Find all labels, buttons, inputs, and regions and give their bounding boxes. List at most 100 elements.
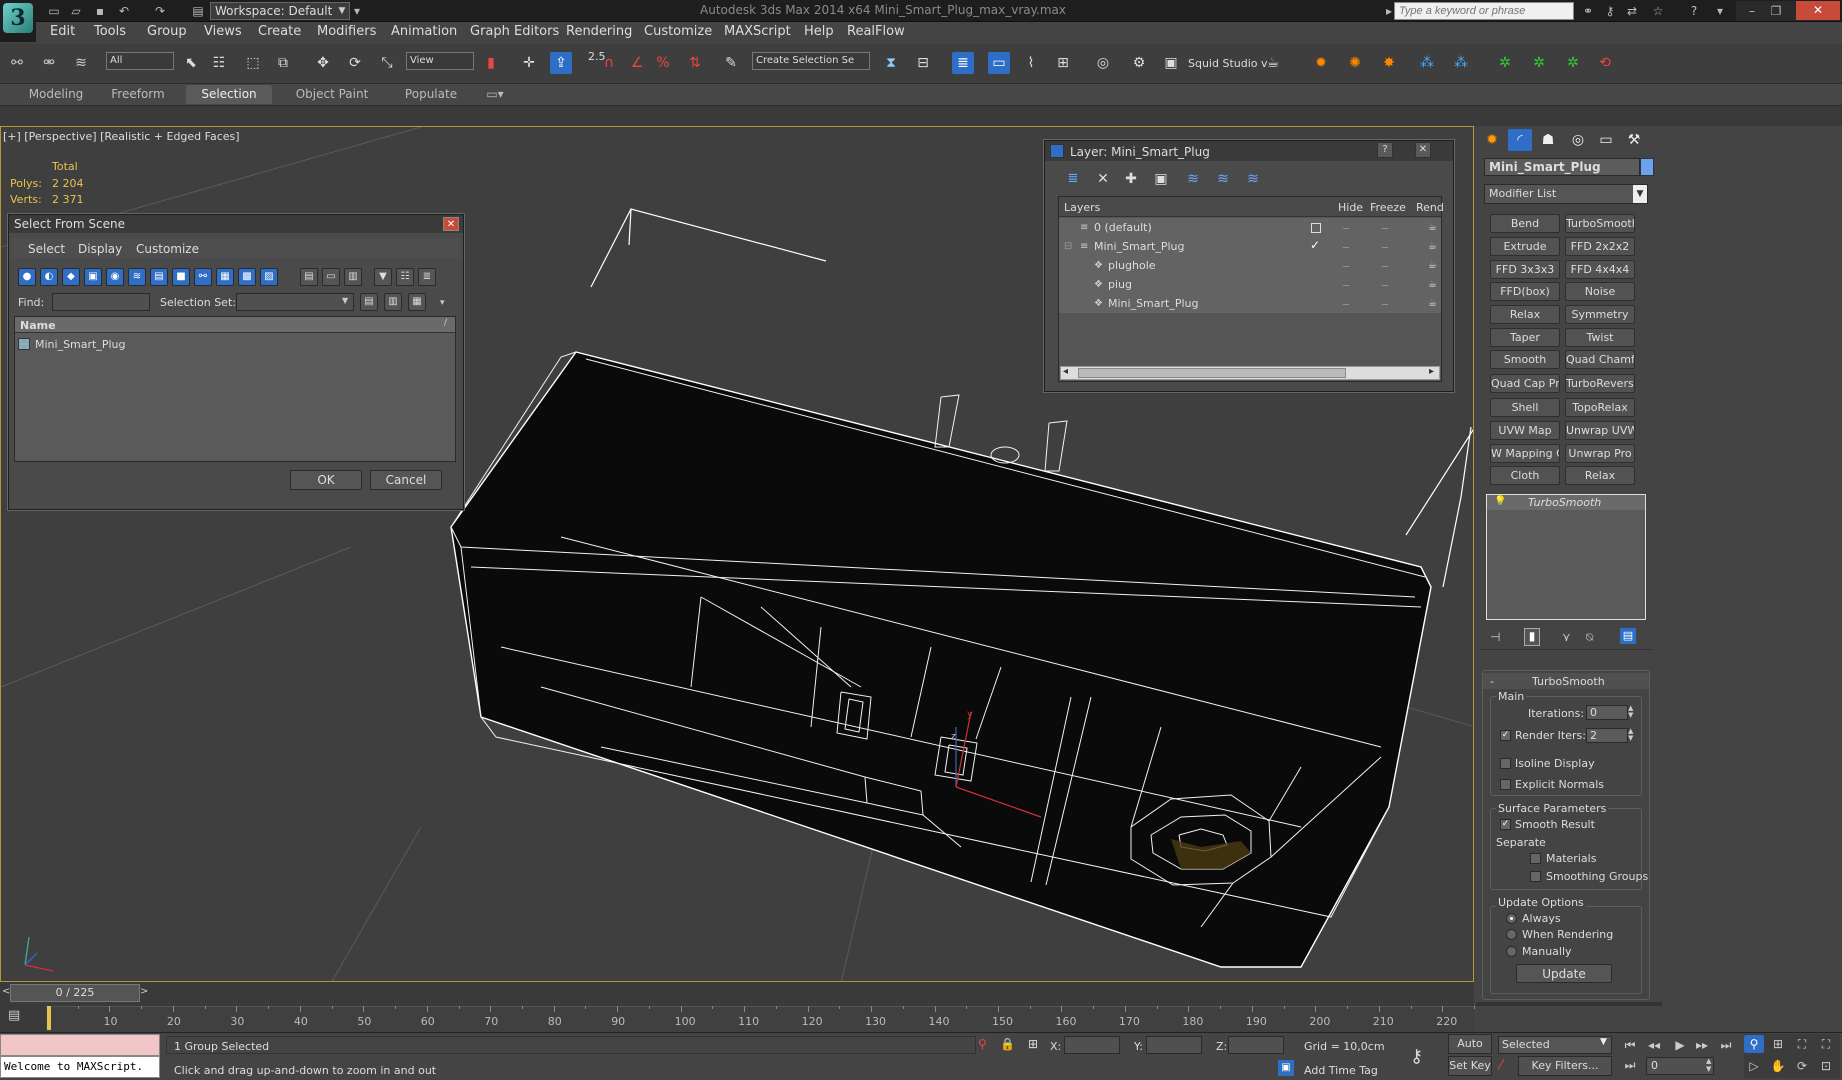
modifier-bend-button[interactable]: Bend [1490,214,1560,233]
modifier-turboreverse-button[interactable]: TurboReverse [1565,374,1635,393]
isoline-checkbox[interactable] [1500,758,1511,769]
pan-view-icon[interactable]: ✋ [1768,1057,1788,1075]
maximize-viewport-icon[interactable]: ⊡ [1816,1057,1836,1075]
column-freeze[interactable]: Freeze [1370,201,1406,214]
set-select-icon[interactable]: ▦ [408,293,426,311]
chevron-down-icon[interactable]: ▼ [336,2,348,20]
arrow-right-icon[interactable]: > [140,986,148,997]
spinner-snap-icon[interactable]: ⇅ [684,52,706,74]
set-add-icon[interactable]: ▤ [360,293,378,311]
realflow-particles-icon[interactable]: ⁂ [1416,52,1438,74]
y-coordinate-field[interactable] [1146,1036,1202,1054]
modifier-smooth-button[interactable]: Smooth [1490,350,1560,369]
maxscript-output[interactable]: Welcome to MAXScript. [0,1056,160,1078]
current-frame-field[interactable]: 0 [1646,1057,1714,1075]
new-file-icon[interactable]: ▭ [46,3,62,19]
stack-item[interactable]: TurboSmooth [1528,496,1601,509]
help-icon[interactable]: ? [1377,142,1393,158]
update-button[interactable]: Update [1516,964,1612,983]
render-teapot-icon[interactable]: ☕ [1428,279,1437,290]
column-layers[interactable]: Layers [1064,201,1100,214]
tab-freeform[interactable]: Freeform [100,85,176,104]
current-layer-checkbox[interactable] [1311,223,1321,233]
zoom-all-icon[interactable]: ⊞ [1768,1035,1788,1053]
chevron-down-icon[interactable]: ▾ [352,3,362,19]
render-teapot-icon[interactable]: ☕ [1428,241,1437,252]
maxscript-listener[interactable] [0,1034,160,1056]
tab-object-paint[interactable]: Object Paint [284,85,380,104]
configure-sets-icon[interactable]: ▤ [1620,628,1636,644]
smoothing-groups-checkbox[interactable] [1530,871,1541,882]
spinner-arrows-icon[interactable]: ▲ ▼ [1628,705,1633,719]
collapse-icon[interactable]: - [1490,675,1494,688]
select-object-icon[interactable]: ⬉ [180,52,202,74]
render-teapot-icon[interactable]: ☕ [1428,222,1437,233]
redo-icon[interactable]: ↷ [152,3,168,19]
make-unique-icon[interactable]: ⋎ [1562,630,1571,644]
spinner-arrows-icon[interactable]: ▲ ▼ [1706,1057,1711,1073]
realflow-daemon-icon[interactable]: ✺ [1344,52,1366,74]
key-icon[interactable]: ⚷ [1602,3,1618,19]
layer-explorer-icon[interactable]: ≣ [952,52,974,74]
zoom-extents-all-icon[interactable]: ⛶ [1816,1035,1836,1053]
orbit-icon[interactable]: ⟳ [1792,1057,1812,1075]
create-tab-icon[interactable]: ✹ [1480,129,1504,151]
modifier-cloth-button[interactable]: Cloth [1490,466,1560,485]
time-tag-icon[interactable]: ▣ [1278,1060,1294,1076]
menu-maxscript[interactable]: MAXScript [724,24,791,39]
display-bones-icon[interactable]: ⚯ [194,268,212,286]
modifier-ffd4-button[interactable]: FFD 4x4x4 [1565,260,1635,279]
next-frame-icon[interactable]: ▸▸ [1692,1036,1712,1054]
squid-studio-label[interactable]: Squid Studio v [1188,57,1268,70]
column-name[interactable]: Name [20,319,56,332]
search-input[interactable] [1394,2,1574,20]
modifier-extrude-button[interactable]: Extrude [1490,237,1560,256]
named-selection-dropdown[interactable]: Create Selection Se [752,52,870,70]
percent-snap-icon[interactable]: % [652,52,674,74]
rotate-icon[interactable]: ⟳ [344,52,366,74]
materials-checkbox[interactable] [1530,853,1541,864]
minimize-icon[interactable]: – [1744,3,1760,19]
delete-layer-icon[interactable]: ✕ [1092,168,1114,190]
modifier-ffd3-button[interactable]: FFD 3x3x3 [1490,260,1560,279]
play-icon[interactable]: ▶ [1670,1036,1690,1054]
open-file-icon[interactable]: ▱ [68,3,84,19]
select-objects-icon[interactable]: ▣ [1150,168,1172,190]
modifier-relax-button[interactable]: Relax [1490,305,1560,324]
lock-icon[interactable]: 🔒 [1000,1037,1015,1051]
chevron-down-icon[interactable]: ▼ [1600,1037,1607,1047]
chevron-down-icon[interactable]: ▼ [1633,185,1647,203]
options-chevron-icon[interactable]: ▾ [440,298,445,308]
hide-all-icon[interactable]: ≋ [1212,168,1234,190]
motion-tab-icon[interactable]: ◎ [1566,129,1590,151]
freeze-toggle[interactable]: ─ [1382,224,1388,235]
tab-modeling[interactable]: Modeling [20,85,92,104]
project-folder-icon[interactable]: ▤ [190,3,206,19]
realflow-rigid-icon[interactable]: ✲ [1494,52,1516,74]
star-icon[interactable]: ☆ [1650,3,1666,19]
set-key-icon[interactable]: ⚷ [1410,1046,1423,1067]
modifier-taper-button[interactable]: Taper [1490,328,1560,347]
render-setup-icon[interactable]: ⚙ [1128,52,1150,74]
time-slider-thumb[interactable]: 0 / 225 [10,984,140,1002]
display-groups-icon[interactable]: ▤ [150,268,168,286]
sfs-menu-display[interactable]: Display [78,242,122,256]
scrollbar-thumb[interactable] [1078,368,1346,378]
arrow-right-icon[interactable]: ▸ [1429,366,1434,377]
layer-row-name[interactable]: plughole [1108,259,1156,272]
layer-row-name[interactable]: 0 (default) [1094,221,1152,234]
menu-rendering[interactable]: Rendering [566,24,632,39]
modifier-quad-cap-pro-button[interactable]: Quad Cap Pro [1490,374,1560,393]
modifier-noise-button[interactable]: Noise [1565,282,1635,301]
modifier-ffd2-button[interactable]: FFD 2x2x2 [1565,237,1635,256]
smooth-result-checkbox[interactable]: ✓ [1500,819,1511,830]
object-name-field[interactable]: Mini_Smart_Plug [1484,158,1640,176]
go-to-end-icon[interactable]: ⏭ [1716,1036,1736,1054]
save-file-icon[interactable]: ▪ [92,3,108,19]
modifier-ffdbox-button[interactable]: FFD(box) [1490,282,1560,301]
hierarchy-icon[interactable]: ☷ [396,268,414,286]
field-of-view-icon[interactable]: ▷ [1744,1057,1764,1075]
mirror-icon[interactable]: ⧗ [880,52,902,74]
modifier-list-dropdown[interactable]: Modifier List [1484,184,1648,204]
display-xrefs-icon[interactable]: ■ [172,268,190,286]
